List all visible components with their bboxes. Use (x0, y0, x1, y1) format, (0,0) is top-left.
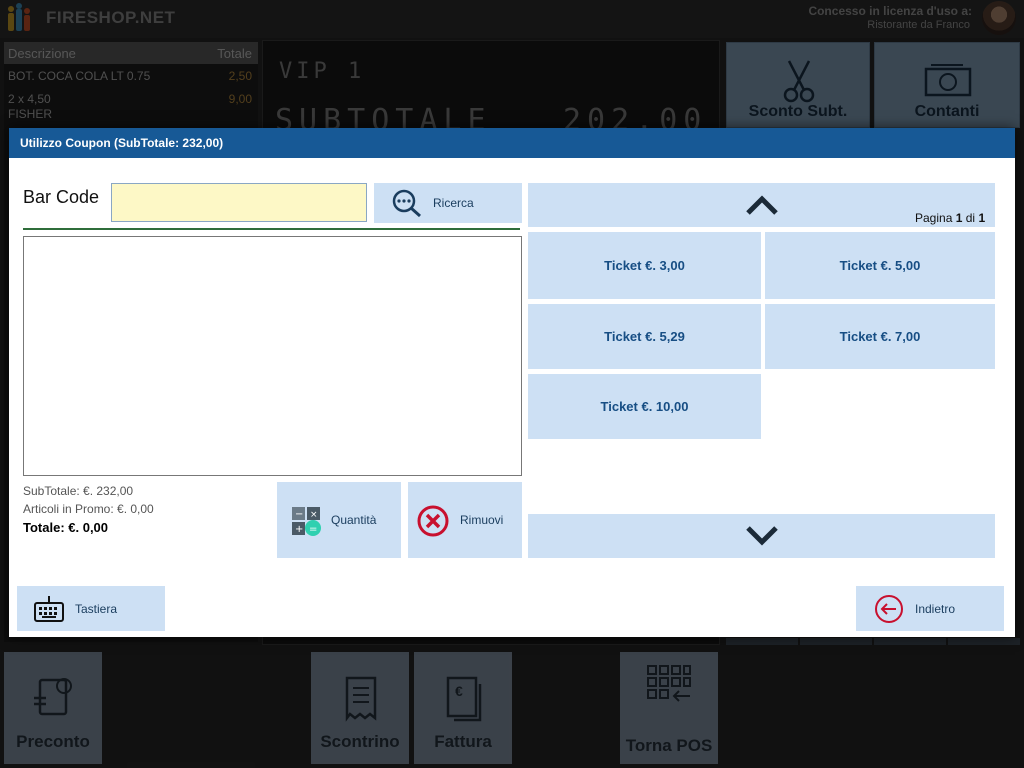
svg-text:−: − (295, 509, 303, 520)
dialog-header: Utilizzo Coupon (SubTotale: 232,00) (9, 128, 1015, 158)
ticket-button[interactable]: Ticket €. 10,00 (528, 374, 761, 439)
svg-text:=: = (309, 524, 317, 535)
keyboard-icon (34, 596, 64, 622)
license-label: Concesso in licenza d'uso a: (808, 4, 972, 18)
keyboard-button-label: Tastiera (75, 601, 118, 616)
chevron-down-icon (746, 526, 778, 546)
display-table: VIP 1 (279, 59, 366, 84)
fireshop-logo-icon (8, 3, 30, 31)
back-arrow-icon (875, 595, 903, 623)
cart-item-desc[interactable]: FISHER (8, 107, 52, 121)
receipt-icon (34, 678, 72, 716)
search-icon (392, 189, 421, 218)
coupon-dialog: Utilizzo Coupon (SubTotale: 232,00) Bar … (9, 128, 1015, 637)
page-down-button[interactable] (528, 514, 995, 558)
cart-header: Descrizione Totale (4, 42, 258, 64)
page-total: 1 (978, 211, 986, 225)
discount-subtotal-button[interactable]: Sconto Subt. (726, 42, 870, 128)
total-line: Totale: €. 0,00 (23, 520, 109, 535)
invoice-icon: € (446, 676, 482, 722)
scissors-icon (783, 60, 815, 103)
ticket-button[interactable]: Ticket €. 3,00 (528, 232, 761, 299)
svg-text:€: € (455, 683, 463, 699)
barcode-label: Bar Code (23, 187, 100, 207)
back-button-label: Indietro (915, 601, 956, 616)
cash-label: Contanti (914, 103, 980, 120)
bottom-bar (0, 645, 1024, 768)
preconto-label: Preconto (16, 732, 90, 751)
svg-text:×: × (310, 510, 318, 520)
scontrino-label: Scontrino (320, 732, 400, 751)
cart-item-desc[interactable]: 2 x 4,50 (8, 92, 51, 106)
calculator-icon: − × + = (292, 507, 321, 536)
ticket-button[interactable]: Ticket €. 5,29 (528, 304, 761, 369)
cart-item-desc[interactable]: BOT. COCA COLA LT 0.75 (8, 69, 150, 83)
fattura-button[interactable]: € Fattura (414, 652, 512, 764)
promo-line: Articoli in Promo: €. 0,00 (23, 502, 154, 516)
scontrino-button[interactable]: Scontrino (311, 652, 409, 764)
cart-item-total: 9,00 (228, 92, 252, 106)
preconto-button[interactable]: Preconto (4, 652, 102, 764)
pos-screen: FIRESHOP.NET Concesso in licenza d'uso a… (0, 0, 1024, 768)
grid-back-icon (647, 665, 691, 702)
subtotal-line: SubTotale: €. 232,00 (23, 484, 134, 498)
ticket-button[interactable]: Ticket €. 5,00 (765, 232, 995, 299)
app-title: FIRESHOP.NET (46, 8, 176, 27)
back-button[interactable]: Indietro (856, 586, 1004, 631)
divider (23, 228, 520, 230)
page-separator: di (965, 211, 976, 225)
license-holder: Ristorante da Franco (867, 19, 970, 31)
discount-subtotal-label: Sconto Subt. (748, 103, 848, 120)
remove-button-label: Rimuovi (460, 513, 504, 527)
svg-text:+: + (295, 524, 303, 535)
dialog-title: Utilizzo Coupon (SubTotale: 232,00) (20, 136, 224, 150)
coupon-list[interactable] (23, 236, 522, 476)
receipt-icon (345, 676, 377, 722)
page-indicator: Pagina 1 di 1 (915, 211, 985, 225)
cash-button[interactable]: Contanti (874, 42, 1020, 128)
top-bar: FIRESHOP.NET Concesso in licenza d'uso a… (0, 0, 1024, 38)
search-button-label: Ricerca (433, 196, 474, 210)
fattura-label: Fattura (434, 732, 492, 751)
quantity-button-label: Quantità (331, 513, 377, 527)
page-prefix: Pagina (915, 211, 953, 225)
torna-pos-label: Torna POS (625, 736, 713, 755)
torna-pos-button[interactable]: Torna POS (620, 652, 718, 764)
ticket-button[interactable]: Ticket €. 7,00 (765, 304, 995, 369)
avatar[interactable] (982, 1, 1016, 35)
cart-col-total: Totale (217, 46, 252, 61)
cart-col-description: Descrizione (8, 46, 76, 61)
barcode-input[interactable] (111, 183, 367, 222)
chevron-up-icon (746, 195, 778, 215)
banknote-icon (924, 64, 972, 97)
quantity-button[interactable]: − × + = Quantità (277, 482, 401, 558)
remove-button[interactable]: Rimuovi (408, 482, 522, 558)
page-current: 1 (955, 211, 963, 225)
search-button[interactable]: Ricerca (374, 183, 522, 223)
keyboard-button[interactable]: Tastiera (17, 586, 165, 631)
cart-item-total: 2,50 (228, 69, 252, 83)
remove-x-icon (417, 505, 449, 537)
